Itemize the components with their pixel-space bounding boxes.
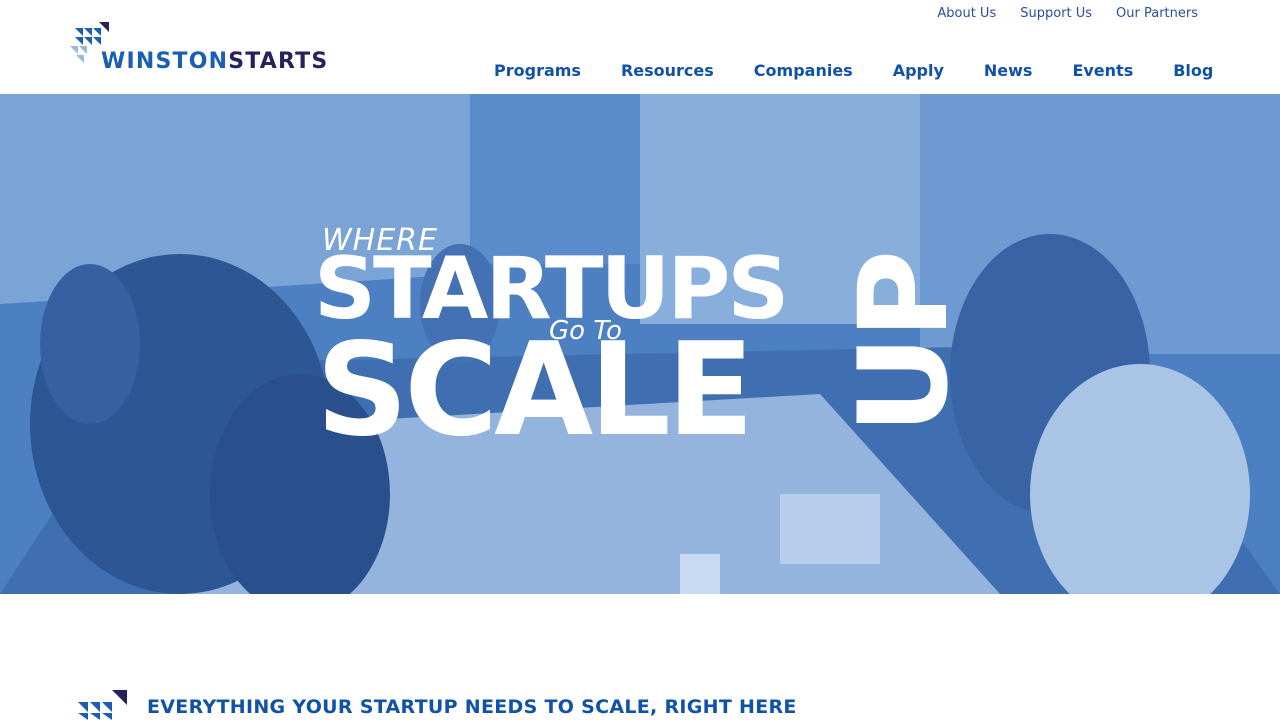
nav-item-news[interactable]: News bbox=[984, 61, 1033, 81]
site-logo[interactable]: WINSTONSTARTS bbox=[70, 20, 360, 76]
utility-link-support-us[interactable]: Support Us bbox=[1020, 6, 1092, 22]
utility-nav: About Us Support Us Our Partners bbox=[937, 6, 1198, 22]
site-header: WINSTONSTARTS About Us Support Us Our Pa… bbox=[0, 0, 1280, 94]
utility-link-about-us[interactable]: About Us bbox=[937, 6, 996, 22]
logo-wordmark-part1: WINSTON bbox=[101, 49, 229, 74]
nav-item-companies[interactable]: Companies bbox=[754, 61, 853, 81]
hero-banner: WHERE STARTUPS Go To SCALE UP bbox=[0, 94, 1280, 594]
nav-item-resources[interactable]: Resources bbox=[621, 61, 714, 81]
logo-wordmark: WINSTONSTARTS bbox=[101, 49, 328, 75]
hero-line-scale: SCALE bbox=[316, 316, 754, 465]
hero-line-up: UP bbox=[833, 253, 975, 435]
nav-item-apply[interactable]: Apply bbox=[893, 61, 944, 81]
intro-section: EVERYTHING YOUR STARTUP NEEDS TO SCALE, … bbox=[0, 594, 1280, 720]
section-heading: EVERYTHING YOUR STARTUP NEEDS TO SCALE, … bbox=[147, 696, 797, 718]
nav-item-blog[interactable]: Blog bbox=[1173, 61, 1213, 81]
triangle-mosaic-icon bbox=[78, 690, 127, 720]
main-nav: Programs Resources Companies Apply News … bbox=[494, 61, 1213, 81]
hero-headline: WHERE STARTUPS Go To SCALE UP bbox=[0, 94, 1280, 594]
utility-link-our-partners[interactable]: Our Partners bbox=[1116, 6, 1198, 22]
nav-item-programs[interactable]: Programs bbox=[494, 61, 581, 81]
logo-wordmark-part2: STARTS bbox=[228, 49, 329, 74]
nav-item-events[interactable]: Events bbox=[1072, 61, 1133, 81]
